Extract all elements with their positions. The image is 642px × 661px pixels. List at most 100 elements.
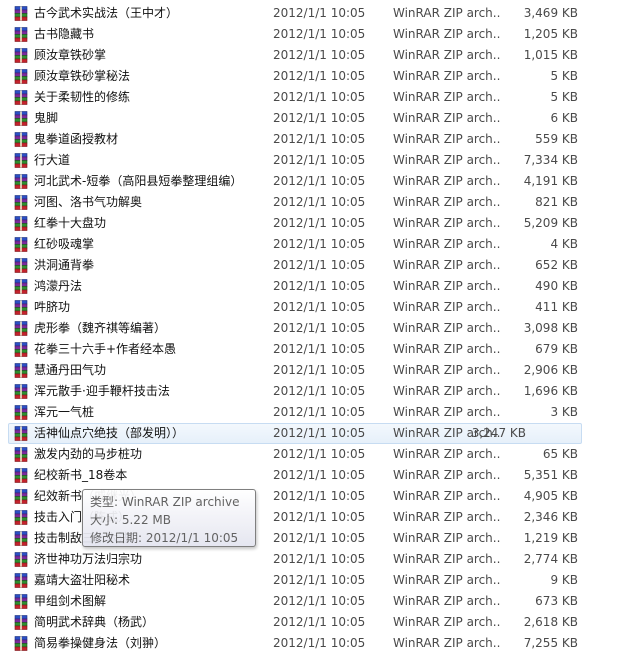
winrar-archive-icon — [14, 90, 28, 105]
file-row[interactable]: 花拳三十六手+作者经本愚 2012/1/1 10:05 WinRAR ZIP arc… — [0, 339, 642, 360]
file-type: WinRAR ZIP arch... — [393, 552, 501, 566]
file-name: 红砂吸魂掌 — [34, 237, 95, 251]
file-size: 3,469 KB — [523, 6, 578, 20]
file-size: 7,255 KB — [523, 636, 578, 650]
file-date: 2012/1/1 10:05 — [273, 6, 366, 20]
file-row[interactable]: 嘉靖大盗壮阳秘术 2012/1/1 10:05 WinRAR ZIP arch...… — [0, 570, 642, 591]
file-size: 490 KB — [535, 279, 578, 293]
file-row[interactable]: 简易拳操健身法（刘翀） 2012/1/1 10:05 WinRAR ZIP arch… — [0, 633, 642, 654]
winrar-archive-icon — [14, 531, 28, 546]
file-date: 2012/1/1 10:05 — [273, 363, 366, 377]
file-date: 2012/1/1 10:05 — [273, 90, 366, 104]
winrar-archive-icon — [14, 468, 28, 483]
file-row[interactable]: 关于柔韧性的修练 2012/1/1 10:05 WinRAR ZIP arch...… — [0, 87, 642, 108]
file-name: 洪洞通背拳 — [34, 258, 95, 272]
file-row[interactable]: 鬼脚 2012/1/1 10:05 WinRAR ZIP arch... 6 KB — [0, 108, 642, 129]
file-date: 2012/1/1 10:05 — [273, 300, 366, 314]
file-row[interactable]: 古今武术实战法（王中才） 2012/1/1 10:05 WinRAR ZIP arc… — [0, 3, 642, 24]
file-row[interactable]: 浑元散手·迎手鞭杆技击法 2012/1/1 10:05 WinRAR ZIP arc… — [0, 381, 642, 402]
winrar-archive-icon — [14, 6, 28, 21]
file-size: 4,191 KB — [523, 174, 578, 188]
file-name: 虎形拳（魏齐祺等编著） — [34, 321, 167, 335]
file-row[interactable]: 河北武术-短拳（高阳县短拳整理组编） 2012/1/1 10:05 WinRAR Z… — [0, 171, 642, 192]
file-name: 纪校新书_18卷本 — [34, 468, 128, 482]
winrar-archive-icon — [14, 216, 28, 231]
file-row[interactable]: 洪洞通背拳 2012/1/1 10:05 WinRAR ZIP arch... 652… — [0, 255, 642, 276]
file-name: 嘉靖大盗壮阳秘术 — [34, 573, 131, 587]
file-name: 鸿濛丹法 — [34, 279, 83, 293]
file-date: 2012/1/1 10:05 — [273, 531, 366, 545]
file-type: WinRAR ZIP arch... — [393, 636, 501, 650]
winrar-archive-icon — [14, 573, 28, 588]
file-size: 3 KB — [550, 405, 578, 419]
file-row[interactable]: 古书隐藏书 2012/1/1 10:05 WinRAR ZIP arch... 1,2… — [0, 24, 642, 45]
file-type: WinRAR ZIP arch... — [393, 27, 501, 41]
file-row[interactable]: 活神仙点穴绝技（部发明）） 2012/1/1 10:05 WinRAR ZIP ar… — [8, 423, 582, 444]
file-date: 2012/1/1 10:05 — [273, 258, 366, 272]
file-size: 5,351 KB — [523, 468, 578, 482]
winrar-archive-icon — [14, 636, 28, 651]
winrar-archive-icon — [14, 69, 28, 84]
file-type: WinRAR ZIP arch... — [393, 6, 501, 20]
file-name: 简易拳操健身法（刘翀） — [34, 636, 167, 650]
file-row[interactable]: 纪校新书_18卷本 2012/1/1 10:05 WinRAR ZIP arch..… — [0, 465, 642, 486]
file-date: 2012/1/1 10:05 — [273, 594, 366, 608]
file-type: WinRAR ZIP arch... — [393, 48, 501, 62]
file-size: 652 KB — [535, 258, 578, 272]
winrar-archive-icon — [14, 447, 28, 462]
winrar-archive-icon — [14, 594, 28, 609]
file-date: 2012/1/1 10:05 — [273, 153, 366, 167]
file-row[interactable]: 浑元一气桩 2012/1/1 10:05 WinRAR ZIP arch... 3 K… — [0, 402, 642, 423]
tooltip-date: 修改日期: 2012/1/1 10:05 — [90, 531, 239, 545]
file-row[interactable]: 甲组剑术图解 2012/1/1 10:05 WinRAR ZIP arch... 67… — [0, 591, 642, 612]
winrar-archive-icon — [14, 48, 28, 63]
file-size: 4,905 KB — [523, 489, 578, 503]
file-row[interactable]: 红砂吸魂掌 2012/1/1 10:05 WinRAR ZIP arch... 4 K… — [0, 234, 642, 255]
winrar-archive-icon — [14, 195, 28, 210]
file-name: 红拳十大盘功 — [34, 216, 107, 230]
file-row[interactable]: 吽脐功 2012/1/1 10:05 WinRAR ZIP arch... 411 K… — [0, 297, 642, 318]
file-name: 河北武术-短拳（高阳县短拳整理组编） — [34, 174, 243, 188]
file-row[interactable]: 济世神功万法归宗功 2012/1/1 10:05 WinRAR ZIP arch..… — [0, 549, 642, 570]
file-row[interactable]: 顾汝章铁砂掌秘法 2012/1/1 10:05 WinRAR ZIP arch...… — [0, 66, 642, 87]
file-name: 浑元散手·迎手鞭杆技击法 — [34, 384, 170, 398]
file-row[interactable]: 鸿濛丹法 2012/1/1 10:05 WinRAR ZIP arch... 490 … — [0, 276, 642, 297]
winrar-archive-icon — [14, 258, 28, 273]
file-row[interactable]: 激发内劲的马步桩功 2012/1/1 10:05 WinRAR ZIP arch..… — [0, 444, 642, 465]
file-row[interactable]: 简明武术辞典（杨武） 2012/1/1 10:05 WinRAR ZIP arch.… — [0, 612, 642, 633]
winrar-archive-icon — [14, 237, 28, 252]
file-row[interactable]: 红拳十大盘功 2012/1/1 10:05 WinRAR ZIP arch... 5,… — [0, 213, 642, 234]
file-size: 1,219 KB — [523, 531, 578, 545]
winrar-archive-icon — [14, 132, 28, 147]
file-date: 2012/1/1 10:05 — [273, 552, 366, 566]
file-type: WinRAR ZIP arch... — [393, 489, 501, 503]
file-size: 2,774 KB — [523, 552, 578, 566]
file-size: 65 KB — [542, 447, 578, 461]
file-row[interactable]: 慧通丹田气功 2012/1/1 10:05 WinRAR ZIP arch... 2,… — [0, 360, 642, 381]
file-type: WinRAR ZIP arch... — [393, 153, 501, 167]
file-row[interactable]: 虎形拳（魏齐祺等编著） 2012/1/1 10:05 WinRAR ZIP arch… — [0, 318, 642, 339]
file-name: 激发内劲的马步桩功 — [34, 447, 143, 461]
file-row[interactable]: 行大道 2012/1/1 10:05 WinRAR ZIP arch... 7,334… — [0, 150, 642, 171]
winrar-archive-icon — [14, 153, 28, 168]
winrar-archive-icon — [14, 27, 28, 42]
file-row[interactable]: 河图、洛书气功解奥 2012/1/1 10:05 WinRAR ZIP arch..… — [0, 192, 642, 213]
file-type: WinRAR ZIP arch... — [393, 405, 501, 419]
file-name: 活神仙点穴绝技（部发明）） — [34, 426, 185, 440]
file-name: 顾汝章铁砂掌秘法 — [34, 69, 131, 83]
file-type: WinRAR ZIP arch... — [393, 237, 501, 251]
winrar-archive-icon — [14, 426, 28, 441]
file-date: 2012/1/1 10:05 — [273, 216, 366, 230]
file-size: 7,334 KB — [523, 153, 578, 167]
file-name: 鬼脚 — [34, 111, 59, 125]
file-name: 鬼拳道函授教材 — [34, 132, 119, 146]
file-type: WinRAR ZIP arch... — [393, 468, 501, 482]
file-type: WinRAR ZIP arch... — [393, 447, 501, 461]
file-name: 浑元一气桩 — [34, 405, 95, 419]
file-name: 花拳三十六手+作者经本愚 — [34, 342, 177, 356]
file-type: WinRAR ZIP arch... — [393, 363, 501, 377]
file-date: 2012/1/1 10:05 — [273, 132, 366, 146]
file-row[interactable]: 顾汝章铁砂掌 2012/1/1 10:05 WinRAR ZIP arch... 1,… — [0, 45, 642, 66]
file-name: 甲组剑术图解 — [34, 594, 107, 608]
file-row[interactable]: 鬼拳道函授教材 2012/1/1 10:05 WinRAR ZIP arch... 5… — [0, 129, 642, 150]
